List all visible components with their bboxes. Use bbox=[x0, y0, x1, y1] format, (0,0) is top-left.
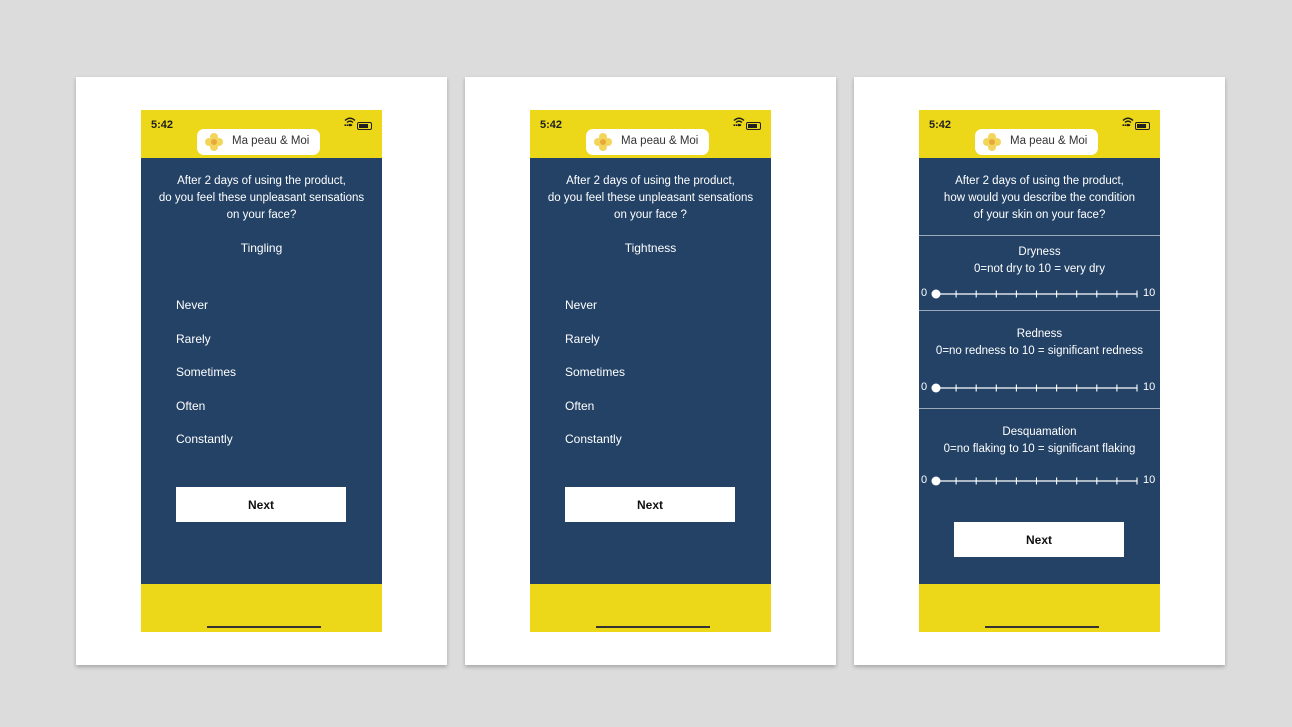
bottom-bar bbox=[919, 584, 1160, 632]
option-constantly[interactable]: Constantly bbox=[176, 432, 236, 466]
home-indicator bbox=[207, 626, 321, 628]
phone-screen: 5:42 .... Ma peau & Moi After 2 days of … bbox=[919, 110, 1160, 632]
status-time: 5:42 bbox=[929, 119, 952, 131]
next-button[interactable]: Next bbox=[954, 522, 1124, 557]
next-button[interactable]: Next bbox=[565, 487, 735, 522]
brand-name: Ma peau & Moi bbox=[1010, 135, 1088, 147]
question-text: After 2 days of using the product, do yo… bbox=[158, 175, 365, 221]
section-divider bbox=[919, 408, 1160, 409]
brand-name: Ma peau & Moi bbox=[621, 135, 699, 147]
slider-max-label: 10 bbox=[1143, 381, 1156, 393]
section-divider bbox=[919, 310, 1160, 311]
slider-track[interactable] bbox=[919, 473, 1160, 489]
bottom-bar bbox=[141, 584, 382, 632]
option-sometimes[interactable]: Sometimes bbox=[176, 365, 236, 399]
slider-track[interactable] bbox=[919, 380, 1160, 396]
phone-screen: 5:42 .... Ma peau & Moi After 2 days of … bbox=[530, 110, 771, 632]
phone-screen: 5:42 .... Ma peau & Moi After 2 days of … bbox=[141, 110, 382, 632]
flower-logo-icon bbox=[983, 133, 1001, 151]
status-time: 5:42 bbox=[151, 119, 174, 131]
symptom-title: Tightness bbox=[624, 241, 677, 255]
page-card-tightness: 5:42 .... Ma peau & Moi After 2 days of … bbox=[465, 77, 836, 665]
slider-track[interactable] bbox=[919, 286, 1160, 302]
slider-max-label: 10 bbox=[1143, 474, 1156, 486]
brand-pill: Ma peau & Moi bbox=[975, 129, 1098, 155]
wifi-icon bbox=[344, 117, 356, 127]
brand-pill: Ma peau & Moi bbox=[197, 129, 320, 155]
dryness-slider[interactable]: 0 10 bbox=[919, 286, 1160, 302]
brand-name: Ma peau & Moi bbox=[232, 135, 310, 147]
answer-options: Never Rarely Sometimes Often Constantly bbox=[565, 298, 625, 466]
top-bar: 5:42 .... Ma peau & Moi bbox=[530, 110, 771, 158]
section-divider bbox=[919, 235, 1160, 236]
page-card-tingling: 5:42 .... Ma peau & Moi After 2 days of … bbox=[76, 77, 447, 665]
option-rarely[interactable]: Rarely bbox=[176, 332, 236, 366]
redness-slider[interactable]: 0 10 bbox=[919, 380, 1160, 396]
option-often[interactable]: Often bbox=[565, 399, 625, 433]
home-indicator bbox=[596, 626, 710, 628]
next-button[interactable]: Next bbox=[176, 487, 346, 522]
wifi-icon bbox=[1122, 117, 1134, 127]
option-rarely[interactable]: Rarely bbox=[565, 332, 625, 366]
symptom-title: Tingling bbox=[240, 241, 283, 255]
flower-logo-icon bbox=[205, 133, 223, 151]
option-sometimes[interactable]: Sometimes bbox=[565, 365, 625, 399]
top-bar: 5:42 .... Ma peau & Moi bbox=[919, 110, 1160, 158]
battery-icon bbox=[746, 122, 761, 130]
home-indicator bbox=[985, 626, 1099, 628]
slider-max-label: 10 bbox=[1143, 287, 1156, 299]
bottom-bar bbox=[530, 584, 771, 632]
battery-icon bbox=[357, 122, 372, 130]
option-constantly[interactable]: Constantly bbox=[565, 432, 625, 466]
option-never[interactable]: Never bbox=[176, 298, 236, 332]
battery-icon bbox=[1135, 122, 1150, 130]
brand-pill: Ma peau & Moi bbox=[586, 129, 709, 155]
top-bar: 5:42 .... Ma peau & Moi bbox=[141, 110, 382, 158]
wifi-icon bbox=[733, 117, 745, 127]
page-card-skin-condition: 5:42 .... Ma peau & Moi After 2 days of … bbox=[854, 77, 1225, 665]
question-text: After 2 days of using the product, how w… bbox=[943, 175, 1136, 221]
flower-logo-icon bbox=[594, 133, 612, 151]
option-often[interactable]: Often bbox=[176, 399, 236, 433]
desquamation-slider[interactable]: 0 10 bbox=[919, 473, 1160, 489]
question-text: After 2 days of using the product, do yo… bbox=[547, 175, 754, 221]
status-time: 5:42 bbox=[540, 119, 563, 131]
slider-thumb[interactable] bbox=[931, 289, 941, 299]
desquamation-scale-title: Desquamation 0=no flaking to 10 = signif… bbox=[943, 426, 1136, 455]
option-never[interactable]: Never bbox=[565, 298, 625, 332]
answer-options: Never Rarely Sometimes Often Constantly bbox=[176, 298, 236, 466]
slider-thumb[interactable] bbox=[931, 476, 941, 486]
redness-scale-title: Redness 0=no redness to 10 = significant… bbox=[935, 328, 1144, 357]
slider-thumb[interactable] bbox=[931, 383, 941, 393]
dryness-scale-title: Dryness 0=not dry to 10 = very dry bbox=[973, 246, 1106, 275]
